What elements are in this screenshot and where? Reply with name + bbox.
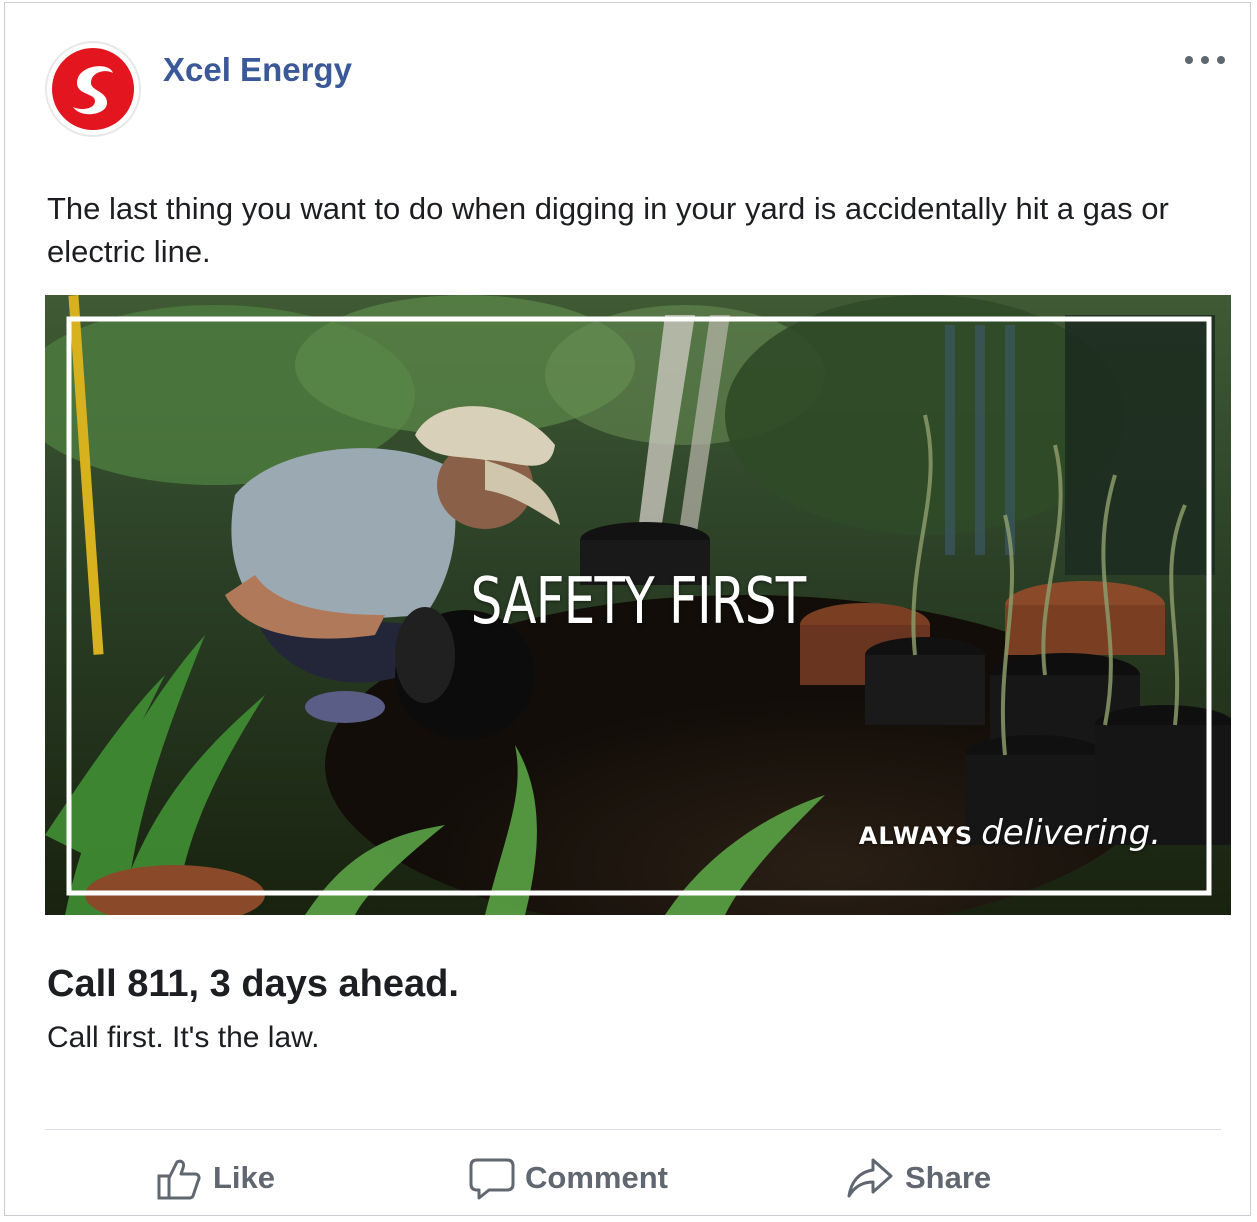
post-media-image[interactable]: SAFETY FIRST ALWAYS delivering. [45,295,1231,915]
link-headline[interactable]: Call 811, 3 days ahead. [47,963,459,1006]
page-name-link[interactable]: Xcel Energy [163,51,352,89]
like-label: Like [213,1160,276,1195]
post-message: The last thing you want to do when diggi… [47,191,1169,269]
share-arrow-icon [847,1158,893,1198]
speech-bubble-icon [469,1158,515,1200]
comment-button[interactable]: Comment [467,1143,668,1213]
thumbs-up-icon [157,1159,201,1200]
page-avatar[interactable] [45,41,141,137]
media-overlay-title: SAFETY FIRST [470,565,807,639]
tagline-suffix: delivering. [981,813,1161,853]
more-options-button[interactable] [1179,43,1231,77]
share-button[interactable]: Share [845,1143,991,1213]
xcel-logo-icon [52,48,134,130]
media-tagline: ALWAYS delivering. [859,813,1161,853]
link-description: Call first. It's the law. [47,1021,320,1054]
post-card: Xcel Energy The last thing you want to d… [4,2,1251,1216]
like-button[interactable]: Like [155,1143,275,1213]
more-options-icon [1185,56,1225,64]
tagline-prefix: ALWAYS [858,822,974,850]
action-divider [45,1129,1221,1130]
comment-label: Comment [525,1160,668,1195]
post-header: Xcel Energy [45,41,1245,141]
post-action-bar: Like Comment Share [5,1143,1250,1213]
share-label: Share [905,1160,992,1195]
